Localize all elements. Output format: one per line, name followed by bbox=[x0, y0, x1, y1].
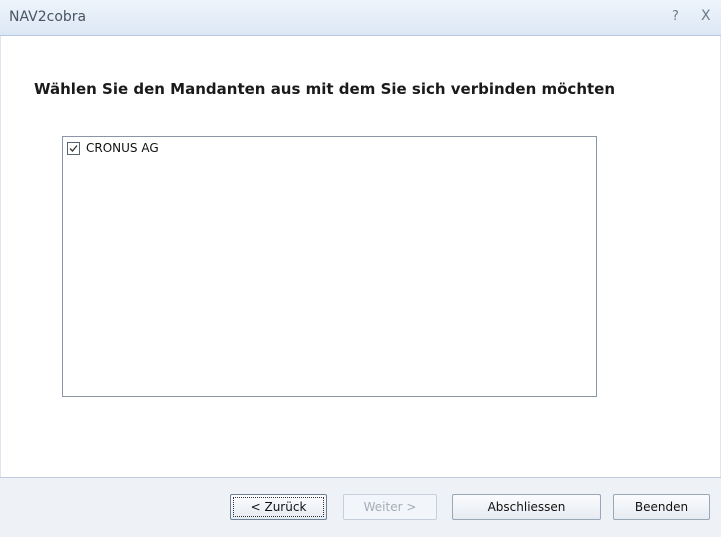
title-bar: NAV2cobra ? X bbox=[0, 0, 721, 36]
close-icon[interactable]: X bbox=[701, 8, 711, 24]
wizard-content: Wählen Sie den Mandanten aus mit dem Sie… bbox=[0, 36, 721, 477]
cancel-button[interactable]: Beenden bbox=[613, 494, 710, 520]
company-label: CRONUS AG bbox=[86, 141, 159, 155]
finish-button[interactable]: Abschliessen bbox=[452, 494, 601, 520]
help-icon[interactable]: ? bbox=[672, 9, 679, 24]
back-button[interactable]: < Zurück bbox=[230, 494, 327, 520]
list-item[interactable]: CRONUS AG bbox=[67, 141, 159, 155]
company-listbox[interactable]: CRONUS AG bbox=[62, 136, 597, 397]
window-title: NAV2cobra bbox=[9, 9, 87, 25]
page-heading: Wählen Sie den Mandanten aus mit dem Sie… bbox=[34, 80, 616, 98]
next-button[interactable]: Weiter > bbox=[343, 494, 437, 520]
button-bar: < Zurück Weiter > Abschliessen Beenden bbox=[0, 477, 721, 537]
checkbox-checked-icon[interactable] bbox=[67, 141, 80, 155]
